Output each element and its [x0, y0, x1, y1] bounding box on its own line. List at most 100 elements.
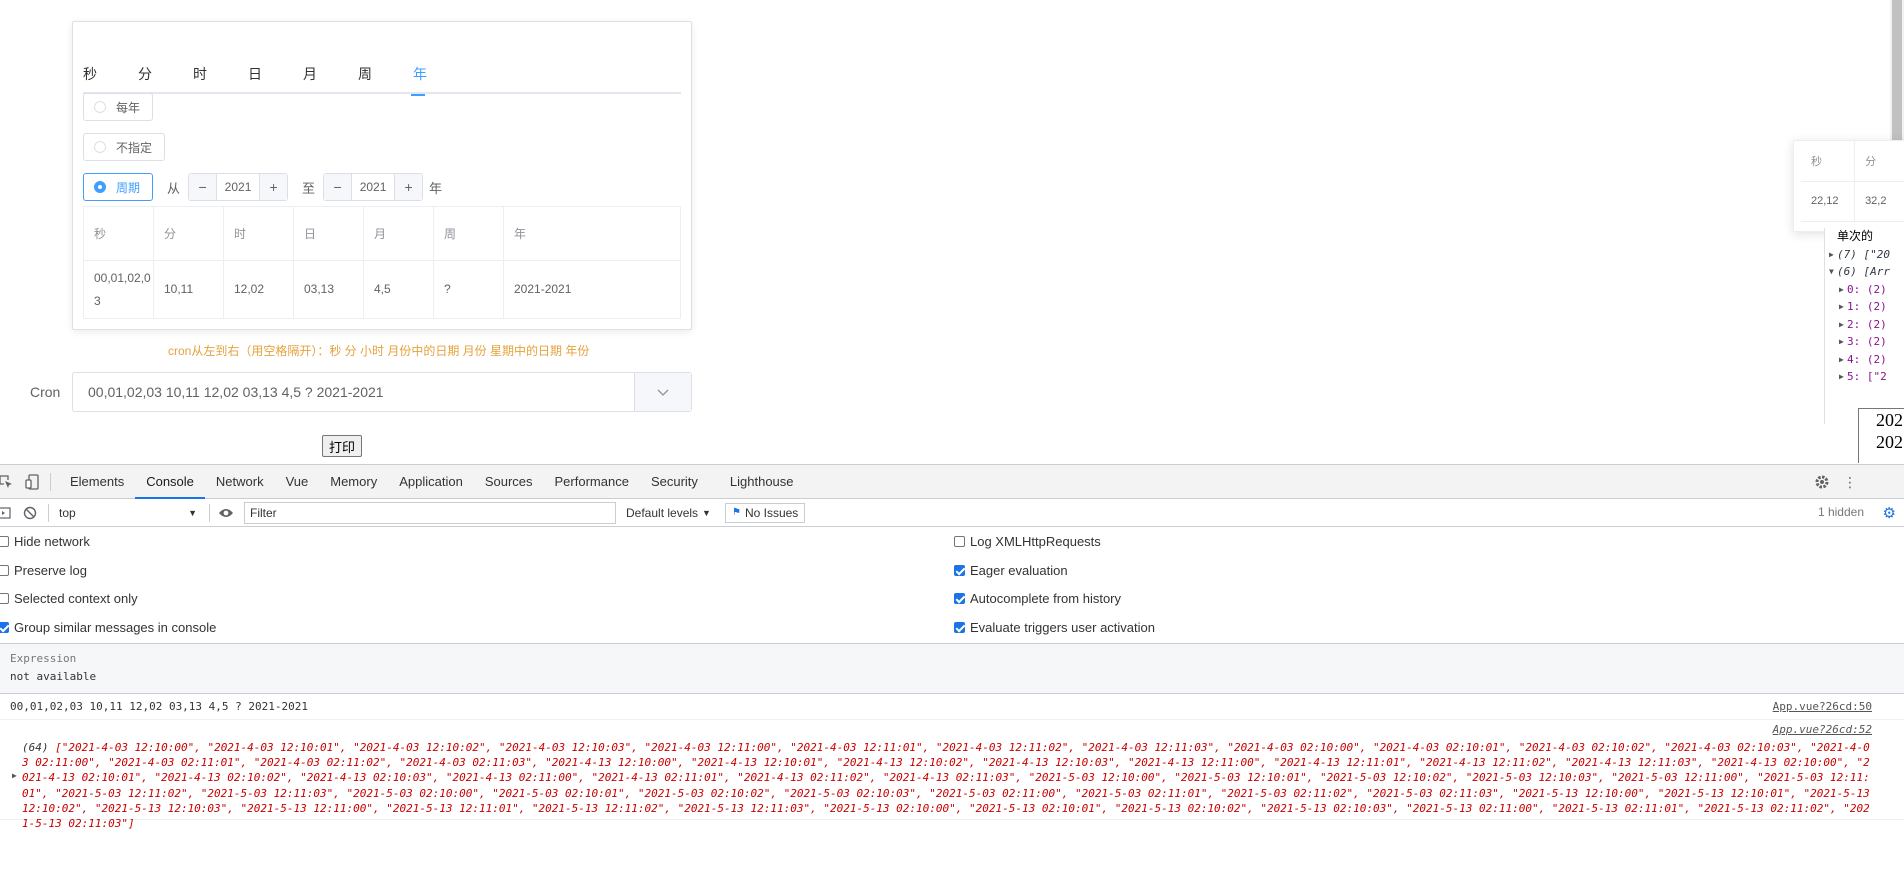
hide-network-option[interactable]: Hide network — [0, 534, 90, 549]
more-options-icon[interactable]: ⋮ — [1840, 472, 1860, 492]
plus-icon[interactable]: + — [394, 174, 423, 200]
radio-every-year[interactable]: 每年 — [83, 93, 154, 121]
list-item[interactable]: ▼ (6) [Arr — [1825, 263, 1904, 281]
minus-icon[interactable]: − — [189, 174, 218, 200]
tab-application[interactable]: Application — [388, 465, 474, 499]
radio-row-period: 周期 从 − 2021 + 至 − 2021 + 年 — [83, 173, 450, 201]
radio-every-year-label: 每年 — [116, 100, 141, 115]
devtools-panel: Elements Console Network Vue Memory Appl… — [0, 464, 1904, 876]
live-expression[interactable]: Expression not available — [0, 644, 1904, 694]
table-header: 分 — [1854, 141, 1904, 182]
triangle-right-icon[interactable]: ▶ — [1829, 246, 1834, 264]
tab-hour[interactable]: 时 — [193, 42, 248, 94]
tab-week[interactable]: 周 — [358, 42, 413, 94]
list-item[interactable]: ▶ 5: ["2 — [1825, 368, 1904, 386]
source-link[interactable]: App.vue?26cd:50 — [1773, 700, 1872, 713]
context-value: top — [59, 505, 76, 520]
to-year-stepper[interactable]: − 2021 + — [323, 173, 424, 201]
checkbox[interactable] — [0, 565, 9, 576]
print-button[interactable]: 打印 — [322, 435, 362, 457]
selected-context-option[interactable]: Selected context only — [0, 591, 138, 606]
list-item[interactable]: ▶ 0: (2) — [1825, 281, 1904, 299]
checkbox[interactable] — [0, 536, 9, 547]
sidebar-toggle-icon[interactable] — [0, 503, 14, 523]
date-preview-line: 202 — [1876, 410, 1903, 430]
to-year-value[interactable]: 2021 — [352, 174, 394, 200]
triangle-down-icon[interactable]: ▼ — [1829, 263, 1834, 281]
triangle-right-icon[interactable]: ▶ — [1839, 333, 1844, 351]
device-toolbar-icon[interactable] — [22, 472, 42, 492]
console-settings-gear-icon[interactable]: ⚙ — [1883, 504, 1896, 522]
radio-dot-icon — [94, 141, 106, 153]
page-scrollbar[interactable] — [1890, 0, 1904, 140]
source-link[interactable]: App.vue?26cd:52 — [1773, 722, 1872, 737]
checkbox[interactable] — [954, 536, 965, 547]
radio-not-specified[interactable]: 不指定 — [83, 133, 166, 161]
tab-memory[interactable]: Memory — [319, 465, 388, 499]
list-item[interactable]: ▶ (7) ["20 — [1825, 246, 1904, 264]
tab-lighthouse[interactable]: Lighthouse — [719, 465, 805, 499]
triangle-right-icon[interactable]: ▶ — [1839, 298, 1844, 316]
radio-period[interactable]: 周期 — [83, 173, 154, 201]
inspect-element-icon[interactable] — [0, 472, 16, 492]
tab-elements[interactable]: Elements — [59, 465, 135, 499]
tab-minute[interactable]: 分 — [138, 42, 193, 94]
tab-performance[interactable]: Performance — [544, 465, 640, 499]
eager-evaluation-option[interactable]: Eager evaluation — [954, 563, 1068, 578]
console-settings: Hide network Preserve log Selected conte… — [0, 527, 1904, 644]
cron-expression-value[interactable]: 00,01,02,03 10,11 12,02 03,13 4,5 ? 2021… — [73, 384, 634, 400]
evaluate-triggers-option[interactable]: Evaluate triggers user activation — [954, 620, 1155, 635]
log-levels-dropdown[interactable]: Default levels ▼ — [626, 506, 711, 520]
list-item[interactable]: ▶ 4: (2) — [1825, 351, 1904, 369]
from-year-value[interactable]: 2021 — [217, 174, 259, 200]
tab-security[interactable]: Security — [640, 465, 709, 499]
group-similar-option[interactable]: Group similar messages in console — [0, 620, 216, 635]
tab-vue[interactable]: Vue — [275, 465, 320, 499]
checkbox[interactable] — [0, 593, 9, 604]
list-item[interactable]: ▶ 3: (2) — [1825, 333, 1904, 351]
console-message: 00,01,02,03 10,11 12,02 03,13 4,5 ? 2021… — [0, 694, 1904, 720]
chevron-down-icon[interactable] — [634, 373, 691, 411]
console-message[interactable]: App.vue?26cd:52 ▶ (64) ["2021-4-03 12:10… — [0, 720, 1904, 830]
plus-icon[interactable]: + — [259, 174, 288, 200]
log-xhr-option[interactable]: Log XMLHttpRequests — [954, 534, 1101, 549]
triangle-right-icon[interactable]: ▶ — [1839, 368, 1844, 386]
tab-sources[interactable]: Sources — [474, 465, 544, 499]
tab-second[interactable]: 秒 — [83, 42, 138, 94]
tab-network[interactable]: Network — [205, 465, 275, 499]
checkbox-checked[interactable] — [0, 622, 9, 633]
eye-icon[interactable] — [216, 503, 236, 523]
issue-flag-icon: ⚑ — [731, 507, 741, 518]
cron-expression-input[interactable]: 00,01,02,03 10,11 12,02 03,13 4,5 ? 2021… — [72, 372, 692, 412]
checkbox-checked[interactable] — [954, 565, 965, 576]
cron-hint: cron从左到右（用空格隔开）：秒 分 小时 月份中的日期 月份 星期中的日期 … — [168, 344, 590, 358]
filter-input[interactable]: Filter — [244, 501, 616, 524]
checkbox-checked[interactable] — [954, 593, 965, 604]
app-page: 秒 分 时 日 月 周 年 每年 不指定 周期 从 − 2021 + 至 − 2… — [0, 0, 1904, 463]
hidden-count: 1 hidden — [1817, 505, 1864, 519]
tab-day[interactable]: 日 — [248, 42, 303, 94]
preserve-log-option[interactable]: Preserve log — [0, 563, 87, 578]
triangle-right-icon[interactable]: ▶ — [12, 768, 17, 783]
triangle-right-icon[interactable]: ▶ — [1839, 281, 1844, 299]
tab-month[interactable]: 月 — [303, 42, 358, 94]
context-selector[interactable]: top ▼ — [53, 502, 203, 524]
autocomplete-history-option[interactable]: Autocomplete from history — [954, 591, 1121, 606]
expression-label: Expression — [10, 652, 77, 665]
clear-console-icon[interactable] — [20, 503, 40, 523]
triangle-right-icon[interactable]: ▶ — [1839, 351, 1844, 369]
list-item[interactable]: ▶ 1: (2) — [1825, 298, 1904, 316]
console-toolbar: top ▼ Filter Default levels ▼ ⚑ No Issue… — [0, 499, 1904, 527]
tab-console[interactable]: Console — [135, 465, 205, 499]
list-item[interactable]: ▶ 2: (2) — [1825, 316, 1904, 334]
from-year-stepper[interactable]: − 2021 + — [188, 173, 289, 201]
tab-year[interactable]: 年 — [411, 42, 468, 96]
table-header: 时 — [223, 206, 294, 261]
gear-icon[interactable] — [1812, 472, 1832, 492]
triangle-right-icon[interactable]: ▶ — [1839, 316, 1844, 334]
side-console-title: 单次的 — [1837, 229, 1874, 243]
minus-icon[interactable]: − — [324, 174, 353, 200]
issues-button[interactable]: ⚑ No Issues — [724, 502, 806, 523]
table-header: 分 — [153, 206, 224, 261]
checkbox-checked[interactable] — [954, 622, 965, 633]
